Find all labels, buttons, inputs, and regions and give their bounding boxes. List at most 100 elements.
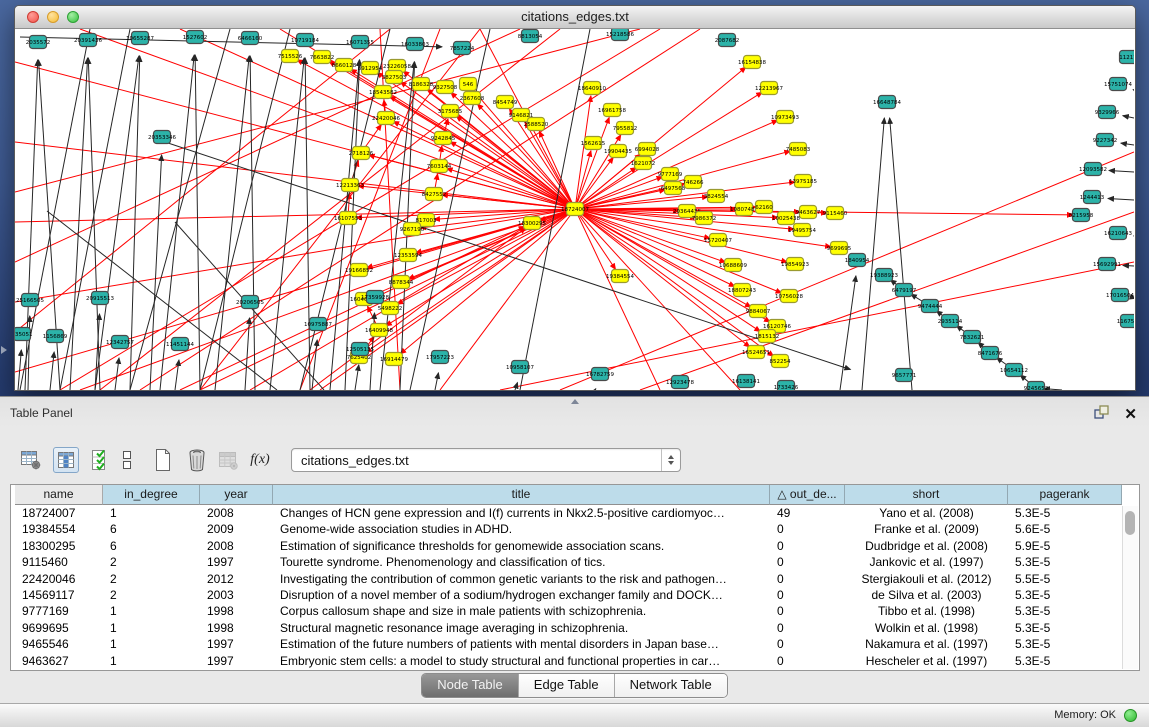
citation-edge-selected[interactable] bbox=[575, 120, 778, 209]
citation-edge[interactable] bbox=[175, 360, 179, 390]
minimize-window-icon[interactable] bbox=[47, 11, 59, 23]
graph-node[interactable]: 10958107 bbox=[506, 361, 534, 374]
citation-edge[interactable] bbox=[215, 56, 249, 390]
graph-node-selected[interactable]: 12213967 bbox=[755, 82, 783, 95]
graph-node[interactable]: 2935114 bbox=[938, 315, 963, 328]
graph-node-selected[interactable]: 9777169 bbox=[658, 168, 683, 181]
graph-node[interactable]: 9227342 bbox=[1093, 134, 1118, 147]
graph-node-selected[interactable]: 7515526 bbox=[278, 50, 303, 63]
panel-resize-handle[interactable] bbox=[569, 399, 581, 405]
graph-node-selected[interactable]: 10807487 bbox=[730, 203, 758, 216]
zoom-window-icon[interactable] bbox=[67, 11, 79, 23]
table-row[interactable]: 946554611997Estimation of the future num… bbox=[11, 636, 1122, 652]
network-canvas[interactable]: 1872400718300295193845547515526766382286… bbox=[15, 29, 1135, 390]
graph-node[interactable]: 17957223 bbox=[426, 351, 454, 364]
graph-node[interactable]: 19388923 bbox=[870, 269, 898, 282]
collapsed-panel-arrow-icon[interactable] bbox=[1, 346, 7, 354]
table-row[interactable]: 1938455462009Genome-wide association stu… bbox=[11, 521, 1122, 537]
citation-edge[interactable] bbox=[150, 155, 162, 390]
graph-node-selected[interactable]: 7955812 bbox=[613, 122, 638, 135]
graph-node[interactable]: 6479197 bbox=[892, 284, 917, 297]
graph-node[interactable]: 11451144 bbox=[166, 338, 194, 351]
graph-node-selected[interactable]: 3824554 bbox=[704, 190, 729, 203]
citation-edge-selected[interactable] bbox=[440, 209, 575, 390]
new-table-icon[interactable] bbox=[150, 447, 176, 473]
table-row[interactable]: 969969511998Structural magnetic resonanc… bbox=[11, 620, 1122, 636]
graph-node[interactable]: 1733426 bbox=[774, 381, 799, 391]
graph-node-selected[interactable]: 15720407 bbox=[704, 234, 732, 247]
graph-node[interactable]: 135051 bbox=[15, 328, 33, 341]
graph-node-selected[interactable]: 746266 bbox=[683, 176, 704, 189]
table-settings-icon[interactable] bbox=[18, 447, 44, 473]
graph-node-selected[interactable]: 16154838 bbox=[738, 56, 766, 69]
graph-node-selected[interactable]: 8427552 bbox=[422, 188, 447, 201]
graph-node-selected[interactable]: 2588520 bbox=[524, 118, 549, 131]
graph-node-selected[interactable]: 8660128 bbox=[332, 59, 357, 72]
table-row[interactable]: 911546021997Tourette syndrome. Phenomeno… bbox=[11, 554, 1122, 570]
graph-node-selected[interactable]: 12353594 bbox=[394, 249, 422, 262]
graph-node-selected[interactable]: 852254 bbox=[770, 355, 791, 368]
close-panel-icon[interactable]: ✕ bbox=[1124, 408, 1137, 422]
column-header-year[interactable]: year bbox=[200, 485, 273, 505]
citation-edge[interactable] bbox=[1108, 198, 1134, 200]
graph-node-selected[interactable]: 16914479 bbox=[380, 353, 408, 366]
citation-edge[interactable] bbox=[50, 352, 54, 390]
graph-node-selected[interactable]: 9267190 bbox=[400, 223, 425, 236]
graph-node[interactable]: 25166505 bbox=[16, 294, 44, 307]
graph-node[interactable]: 16071355 bbox=[346, 36, 374, 49]
graph-node-selected[interactable]: 9242845 bbox=[431, 132, 456, 145]
citation-edge[interactable] bbox=[312, 340, 317, 390]
table-row[interactable]: 1456911722003Disruption of a novel membe… bbox=[11, 587, 1122, 603]
column-header-title[interactable]: title bbox=[273, 485, 770, 505]
tab-network-table[interactable]: Network Table bbox=[614, 674, 727, 697]
graph-node-selected[interactable]: 13975185 bbox=[789, 175, 817, 188]
graph-node-selected[interactable]: 9115460 bbox=[823, 207, 848, 220]
graph-node-selected[interactable]: 7603144 bbox=[427, 160, 452, 173]
citation-edge-selected[interactable] bbox=[456, 116, 575, 209]
citation-edge-selected[interactable] bbox=[560, 152, 1134, 390]
float-panel-icon[interactable] bbox=[1093, 404, 1109, 425]
citation-edge[interactable] bbox=[70, 58, 88, 390]
citation-edge-selected[interactable] bbox=[180, 226, 525, 390]
graph-node[interactable]: 1840954 bbox=[845, 254, 870, 267]
graph-node-selected[interactable]: 19495754 bbox=[788, 224, 816, 237]
citation-edge[interactable] bbox=[355, 365, 359, 390]
graph-node[interactable]: 8471676 bbox=[978, 347, 1003, 360]
citation-edge[interactable] bbox=[115, 358, 119, 390]
graph-node[interactable]: 2035572 bbox=[26, 36, 51, 49]
graph-node-selected[interactable]: 7663822 bbox=[310, 51, 335, 64]
citation-edge[interactable] bbox=[270, 58, 304, 390]
delete-table-icon[interactable] bbox=[184, 447, 210, 473]
citation-edge[interactable] bbox=[840, 276, 856, 390]
graph-node[interactable]: 8215958 bbox=[1069, 209, 1094, 222]
tab-node-table[interactable]: Node Table bbox=[422, 674, 518, 697]
table-row[interactable]: 1872400712008Changes of HCN gene express… bbox=[11, 505, 1122, 521]
close-window-icon[interactable] bbox=[27, 11, 39, 23]
scrollbar-thumb[interactable] bbox=[1125, 511, 1135, 535]
citation-edge[interactable] bbox=[195, 55, 200, 390]
graph-node-selected[interactable]: 8878344 bbox=[389, 276, 414, 289]
graph-node[interactable]: 16033803 bbox=[401, 38, 429, 51]
column-header-pagerank[interactable]: pagerank bbox=[1008, 485, 1122, 505]
graph-node[interactable]: 12923478 bbox=[666, 376, 694, 389]
graph-node[interactable]: 16210643 bbox=[1104, 227, 1132, 240]
graph-node-selected[interactable]: 6994028 bbox=[635, 143, 660, 156]
graph-node[interactable]: 15751074 bbox=[1104, 78, 1132, 91]
graph-node-selected[interactable]: 1815132 bbox=[755, 330, 780, 343]
graph-node-selected[interactable]: 8186328 bbox=[409, 78, 434, 91]
citation-edge[interactable] bbox=[1123, 265, 1134, 266]
graph-node-selected[interactable]: 1621072 bbox=[631, 157, 656, 170]
show-columns-icon[interactable] bbox=[53, 447, 79, 473]
citation-edge-selected[interactable] bbox=[575, 209, 782, 293]
graph-node-selected[interactable]: 16409948 bbox=[365, 324, 393, 337]
column-header-out-de-[interactable]: △ out_de... bbox=[770, 485, 845, 505]
citation-edge[interactable] bbox=[130, 29, 230, 390]
graph-node-selected[interactable]: 19384554 bbox=[606, 270, 634, 283]
citation-edge[interactable] bbox=[595, 389, 596, 390]
graph-node-selected[interactable]: 9699695 bbox=[827, 242, 852, 255]
citation-edge-selected[interactable] bbox=[100, 29, 560, 390]
citation-edge-selected[interactable] bbox=[15, 142, 575, 209]
graph-node[interactable]: 15218586 bbox=[606, 29, 634, 41]
graph-node[interactable]: 10655287 bbox=[126, 32, 154, 45]
graph-node-selected[interactable]: 1562615 bbox=[581, 137, 606, 150]
